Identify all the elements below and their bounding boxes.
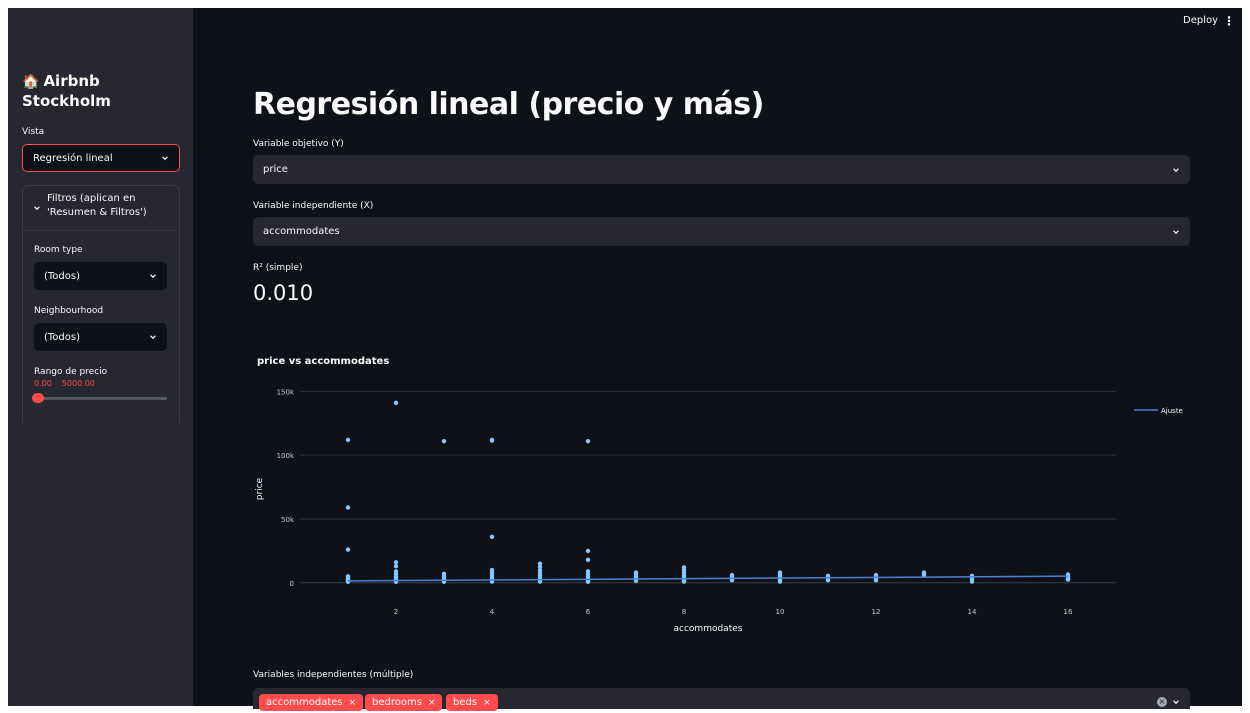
data-point bbox=[1065, 577, 1071, 582]
x-tick-label: 10 bbox=[776, 608, 785, 616]
app-title: 🏠 Airbnb Stockholm bbox=[22, 72, 172, 111]
chart-y-axis-label: price bbox=[255, 477, 265, 500]
independent-variable-label: Variable independiente (X) bbox=[253, 201, 374, 211]
clear-all-icon[interactable]: × bbox=[1157, 697, 1167, 707]
chevron-down-icon bbox=[1173, 167, 1179, 172]
chart-legend: Ajuste bbox=[1134, 407, 1183, 415]
price-range-label: Rango de precio bbox=[34, 367, 108, 377]
deploy-button[interactable]: Deploy bbox=[1183, 15, 1218, 26]
price-range-values: 0.00 5000.00 bbox=[34, 379, 105, 388]
fit-line bbox=[347, 575, 1069, 582]
x-tick-label: 8 bbox=[682, 608, 686, 616]
r2-metric-value: 0.010 bbox=[253, 281, 314, 305]
y-tick-label: 50k bbox=[281, 516, 295, 524]
room-type-value: (Todos) bbox=[44, 270, 81, 282]
x-tick-label: 12 bbox=[872, 608, 881, 616]
data-point bbox=[489, 438, 495, 443]
tag-label: beds bbox=[453, 697, 478, 708]
data-point bbox=[393, 564, 399, 569]
app-root: 🏠 Airbnb Stockholm Vista Regresión lineal… bbox=[0, 0, 1250, 713]
price-slider-track[interactable] bbox=[34, 397, 167, 400]
data-point bbox=[345, 505, 351, 510]
chevron-down-icon bbox=[150, 274, 156, 279]
page-title: Regresión lineal (precio y más) bbox=[253, 87, 764, 122]
neighbourhood-select[interactable]: (Todos) bbox=[34, 323, 167, 351]
x-tick-label: 6 bbox=[586, 608, 591, 616]
y-tick-label: 0 bbox=[290, 580, 294, 588]
vista-label: Vista bbox=[22, 127, 45, 137]
y-tick-label: 100k bbox=[277, 452, 295, 460]
room-type-label: Room type bbox=[34, 245, 83, 255]
neighbourhood-value: (Todos) bbox=[44, 331, 81, 343]
tag-remove-icon[interactable]: × bbox=[349, 698, 357, 708]
filters-expander-title: Filtros (aplican en 'Resumen & Filtros') bbox=[47, 193, 147, 218]
data-point bbox=[489, 534, 495, 540]
vista-select[interactable]: Regresión lineal bbox=[22, 144, 180, 172]
x-tick-label: 4 bbox=[490, 608, 495, 616]
data-point bbox=[585, 548, 591, 554]
chart-x-axis-label: accommodates bbox=[674, 624, 743, 634]
tag-beds: beds × bbox=[446, 694, 498, 711]
target-variable-label: Variable objetivo (Y) bbox=[253, 139, 344, 149]
tag-remove-icon[interactable]: × bbox=[428, 698, 436, 708]
chevron-down-icon bbox=[150, 335, 156, 340]
neighbourhood-label: Neighbourhood bbox=[34, 306, 104, 316]
data-point bbox=[585, 579, 591, 584]
main-menu-icon[interactable]: ⋮ bbox=[1223, 14, 1235, 28]
chevron-down-icon bbox=[34, 206, 40, 211]
legend-label: Ajuste bbox=[1161, 407, 1183, 415]
tag-accommodates: accommodates × bbox=[259, 694, 364, 711]
independent-variable-select[interactable]: accommodates bbox=[253, 217, 1190, 246]
frame-border-left bbox=[0, 0, 8, 713]
tag-label: accommodates bbox=[266, 697, 343, 708]
independent-variable-value: accommodates bbox=[263, 226, 340, 237]
data-point bbox=[585, 438, 591, 444]
house-icon: 🏠 bbox=[22, 74, 40, 90]
data-point bbox=[777, 579, 783, 584]
scatter-chart: price vs accommodates 0 50k 100k 150k 2 4 6 8 1… bbox=[255, 356, 1183, 634]
chevron-down-icon bbox=[162, 156, 168, 161]
data-point bbox=[345, 437, 351, 443]
multiple-variables-label: Variables independientes (múltiple) bbox=[253, 670, 414, 680]
price-min-text: 0.00 bbox=[34, 379, 52, 388]
data-point bbox=[393, 400, 399, 406]
vista-select-value: Regresión lineal bbox=[33, 152, 113, 164]
x-tick-label: 16 bbox=[1064, 608, 1073, 616]
target-variable-select[interactable]: price bbox=[253, 155, 1190, 184]
data-point bbox=[441, 438, 447, 444]
data-point bbox=[681, 579, 687, 584]
tag-bedrooms: bedrooms × bbox=[365, 694, 443, 711]
data-point bbox=[873, 578, 879, 583]
x-tick-label: 2 bbox=[394, 608, 398, 616]
x-tick-label: 14 bbox=[968, 608, 977, 616]
y-tick-label: 150k bbox=[277, 388, 295, 396]
frame-border-right bbox=[1242, 0, 1250, 713]
filters-expander-header[interactable]: Filtros (aplican en 'Resumen & Filtros') bbox=[23, 186, 179, 230]
data-point bbox=[585, 557, 591, 563]
r2-metric-label: R² (simple) bbox=[253, 263, 303, 273]
price-max-text: 5000.00 bbox=[61, 379, 95, 388]
data-point bbox=[825, 578, 831, 583]
data-point bbox=[393, 560, 399, 565]
tag-label: bedrooms bbox=[372, 697, 422, 708]
chevron-down-icon bbox=[1173, 229, 1179, 234]
tag-remove-icon[interactable]: × bbox=[483, 698, 491, 708]
data-point bbox=[345, 547, 351, 552]
chart-title: price vs accommodates bbox=[257, 356, 389, 367]
target-variable-value: price bbox=[263, 164, 288, 175]
data-point bbox=[969, 579, 975, 584]
frame-border-top bbox=[0, 0, 1250, 8]
chevron-down-icon[interactable] bbox=[1172, 698, 1180, 706]
room-type-select[interactable]: (Todos) bbox=[34, 262, 167, 290]
